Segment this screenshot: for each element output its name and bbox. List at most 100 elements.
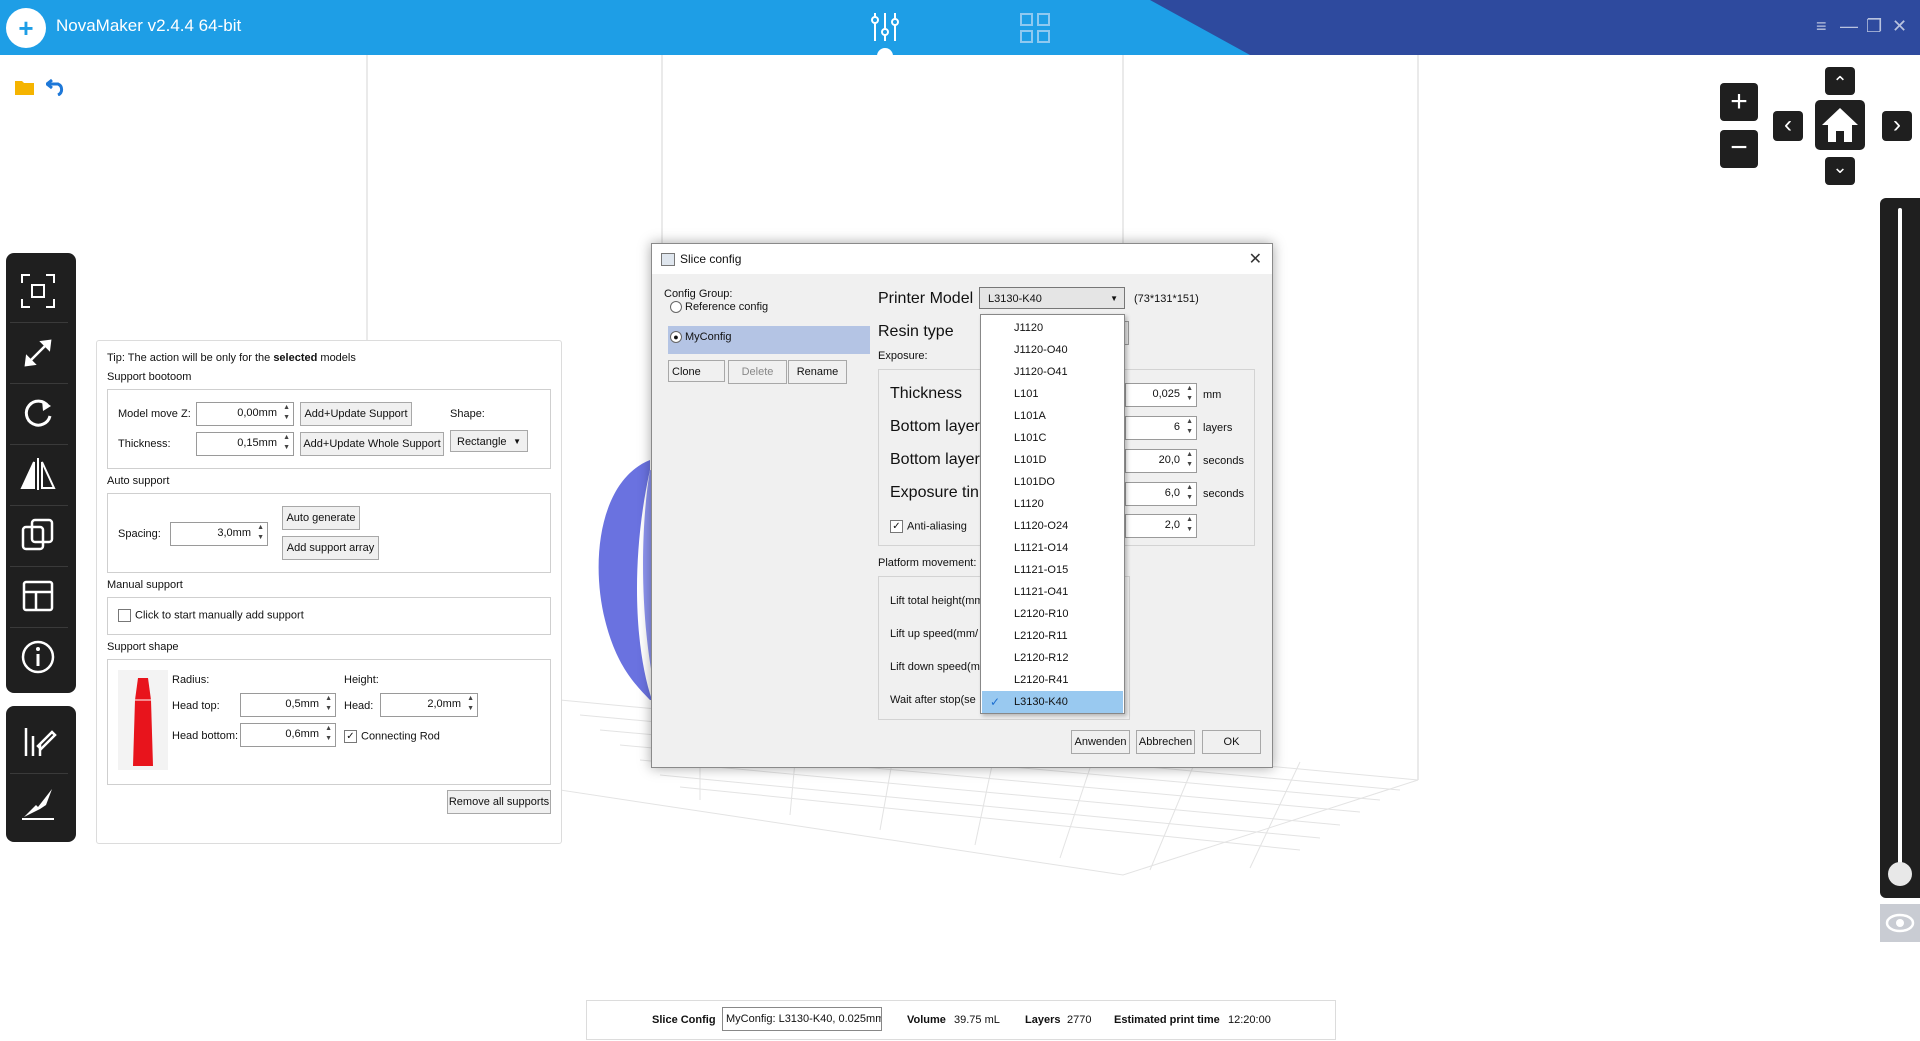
slice-knife-icon[interactable] [10, 777, 65, 829]
view-down-button[interactable]: ⌄ [1825, 157, 1855, 185]
clone-button[interactable]: Clone [668, 360, 725, 382]
close-window-icon[interactable]: ✕ [1892, 16, 1907, 37]
dropdown-item[interactable]: J1120 [982, 317, 1123, 339]
support-edit-icon[interactable] [10, 716, 65, 768]
dropdown-item[interactable]: L1120-O24 [982, 515, 1123, 537]
rename-button[interactable]: Rename [788, 360, 847, 384]
dropdown-item[interactable]: L2120-R41 [982, 669, 1123, 691]
anti-aliasing-checkbox[interactable]: ✓ Anti-aliasing [890, 520, 967, 533]
exposure-time-unit: seconds [1203, 488, 1244, 500]
add-support-array-button[interactable]: Add support array [282, 536, 379, 560]
apply-button[interactable]: Anwenden [1071, 730, 1130, 754]
spacing-input[interactable]: 3,0mm ▲ ▼ [170, 522, 268, 546]
dialog-title: Slice config [680, 252, 742, 266]
mirror-icon[interactable] [10, 448, 65, 500]
my-config-radio[interactable]: ● MyConfig [670, 331, 731, 344]
layer-slider-line [1898, 208, 1902, 873]
head-bottom-input[interactable]: 0,6mm ▲ ▼ [240, 723, 336, 747]
ok-button[interactable]: OK [1202, 730, 1261, 754]
grid-icon[interactable] [1019, 12, 1051, 44]
add-update-whole-support-button[interactable]: Add+Update Whole Support [300, 432, 444, 456]
add-update-support-button[interactable]: Add+Update Support [300, 402, 412, 426]
manual-support-checkbox[interactable]: Click to start manually add support [118, 609, 304, 622]
view-up-button[interactable]: ⌃ [1825, 67, 1855, 95]
bottom-layers-input[interactable]: 6 ▲ ▼ [1125, 416, 1197, 440]
reference-config-radio[interactable]: Reference config [670, 301, 768, 314]
support-bottom-section: Model move Z: 0,00mm ▲ ▼ Add+Update Suppor… [107, 389, 551, 469]
wait-after-stop-label: Wait after stop(se [890, 694, 976, 706]
dropdown-item[interactable]: L1120 [982, 493, 1123, 515]
dropdown-item[interactable]: ✓ L3130-K40 [982, 691, 1123, 713]
auto-support-title: Auto support [107, 475, 170, 487]
dropdown-item[interactable]: L1121-O41 [982, 581, 1123, 603]
remove-all-supports-button[interactable]: Remove all supports [447, 790, 551, 814]
minimize-icon[interactable]: — [1840, 16, 1858, 37]
head-top-input[interactable]: 0,5mm ▲ ▼ [240, 693, 336, 717]
view-left-button[interactable]: ‹ [1773, 111, 1803, 141]
layers-label: Layers [1025, 1014, 1061, 1026]
bottom-exposure-input[interactable]: 20,0 ▲ ▼ [1125, 449, 1197, 473]
dropdown-item[interactable]: L101D [982, 449, 1123, 471]
info-icon[interactable] [10, 631, 65, 683]
volume-label: Volume [907, 1014, 946, 1026]
bottom-layers-label: Bottom layer [890, 418, 980, 435]
connecting-rod-checkbox[interactable]: ✓ Connecting Rod [344, 730, 440, 743]
bottom-layers-unit: layers [1203, 422, 1233, 434]
dropdown-item[interactable]: J1120-O41 [982, 361, 1123, 383]
layer-slider-handle[interactable] [1888, 862, 1912, 886]
maximize-icon[interactable]: ❐ [1866, 16, 1882, 37]
head-bottom-label: Head bottom: [172, 730, 239, 742]
rotate-icon[interactable] [10, 388, 65, 440]
exposure-time-input[interactable]: 6,0 ▲ ▼ [1125, 482, 1197, 506]
auto-generate-button[interactable]: Auto generate [282, 506, 360, 530]
dropdown-item[interactable]: L2120-R12 [982, 647, 1123, 669]
exposure-time-label: Exposure tin [890, 484, 979, 501]
dialog-window-icon [661, 253, 675, 266]
dropdown-item[interactable]: L1121-O14 [982, 537, 1123, 559]
shape-select[interactable]: Rectangle ▼ [450, 430, 528, 452]
model-move-z-label: Model move Z: [118, 408, 191, 420]
dialog-close-icon[interactable]: ✕ [1249, 249, 1262, 269]
home-icon[interactable] [1815, 100, 1865, 150]
lift-up-speed-label: Lift up speed(mm/ [890, 628, 979, 640]
dropdown-item[interactable]: L101C [982, 427, 1123, 449]
bottom-thickness-input[interactable]: 0,15mm ▲ ▼ [196, 432, 294, 456]
duplicate-icon[interactable] [10, 509, 65, 561]
scale-icon[interactable] [10, 327, 65, 379]
title-bar [0, 0, 1920, 55]
undo-icon[interactable] [44, 76, 68, 97]
menu-icon[interactable]: ≡ [1816, 16, 1827, 37]
auto-layout-icon[interactable] [10, 265, 65, 317]
model-move-z-input[interactable]: 0,00mm ▲ ▼ [196, 402, 294, 426]
zoom-in-button[interactable]: + [1720, 83, 1758, 121]
dropdown-item[interactable]: L2120-R10 [982, 603, 1123, 625]
bottom-exposure-unit: seconds [1203, 455, 1244, 467]
volume-value: 39.75 mL [954, 1014, 1000, 1026]
dropdown-item[interactable]: L1121-O15 [982, 559, 1123, 581]
bottom-exposure-label: Bottom layer [890, 451, 980, 468]
head-height-input[interactable]: 2,0mm ▲ ▼ [380, 693, 478, 717]
printer-model-select[interactable]: L3130-K40 ▼ [979, 287, 1125, 309]
eye-icon[interactable] [1880, 904, 1920, 942]
thickness-input[interactable]: 0,025 ▲ ▼ [1125, 383, 1197, 407]
view-right-button[interactable]: › [1882, 111, 1912, 141]
layout-panel-icon[interactable] [10, 570, 65, 622]
dropdown-item[interactable]: L101DO [982, 471, 1123, 493]
slice-config-field[interactable]: MyConfig: L3130-K40, 0.025mm [722, 1007, 882, 1031]
delete-button: Delete [728, 360, 787, 384]
title-bar-dark-area [1150, 0, 1920, 55]
zoom-out-button[interactable]: − [1720, 130, 1758, 168]
lift-total-height-label: Lift total height(mm [890, 595, 984, 607]
dropdown-item[interactable]: L101A [982, 405, 1123, 427]
dropdown-item[interactable]: L101 [982, 383, 1123, 405]
toolbar-divider [10, 566, 68, 567]
dropdown-item[interactable]: J1120-O40 [982, 339, 1123, 361]
dialog-title-bar: Slice config ✕ [652, 244, 1272, 274]
open-folder-icon[interactable] [14, 78, 36, 96]
dropdown-item[interactable]: L2120-R11 [982, 625, 1123, 647]
cancel-button[interactable]: Abbrechen [1136, 730, 1195, 754]
layer-slider-track[interactable] [1880, 198, 1920, 898]
app-title: NovaMaker v2.4.4 64-bit [56, 16, 242, 35]
sliders-icon[interactable] [868, 10, 902, 44]
anti-aliasing-input[interactable]: 2,0 ▲ ▼ [1125, 514, 1197, 538]
